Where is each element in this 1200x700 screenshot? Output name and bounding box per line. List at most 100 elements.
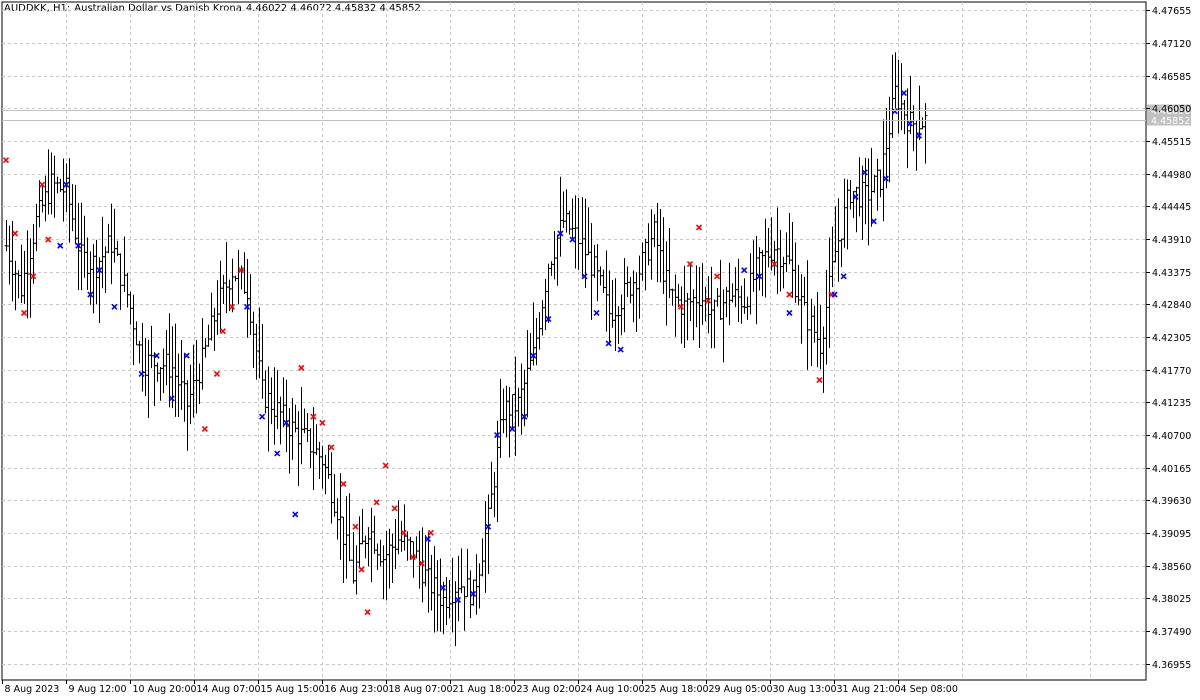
- y-tick-label: 4.38025: [1152, 594, 1191, 605]
- ohlc-bar: [860, 165, 865, 240]
- ohlc-bar: [357, 516, 362, 569]
- ohlc-bar: [664, 241, 669, 326]
- ohlc-bar: [715, 288, 720, 307]
- ohlc-bar: [375, 543, 380, 570]
- ohlc-bar: [206, 324, 211, 347]
- ohlc-bar: [700, 263, 705, 325]
- ohlc-bar: [314, 424, 319, 456]
- sell-marker: [228, 303, 236, 310]
- ohlc-bar: [589, 223, 594, 320]
- ohlc-bar: [528, 333, 533, 371]
- ohlc-bar: [564, 189, 569, 233]
- ohlc-bar: [103, 246, 108, 294]
- y-tick-label: 4.47120: [1152, 39, 1191, 50]
- ohlc-bar: [22, 251, 27, 304]
- ohlc-bar: [802, 276, 807, 306]
- buy-marker: [840, 273, 847, 280]
- ohlc-bar: [760, 249, 765, 297]
- buy-marker: [424, 535, 431, 542]
- x-tick-label: 18 Aug 07:00: [389, 684, 453, 695]
- buy-marker: [138, 370, 145, 378]
- ohlc-bar: [893, 52, 898, 109]
- ohlc-bar: [341, 516, 346, 583]
- ohlc-bar: [450, 557, 455, 633]
- y-tick-label: 4.46585: [1152, 72, 1191, 83]
- ohlc-bar: [923, 103, 928, 164]
- ohlc-bar: [164, 330, 169, 386]
- ohlc-bar: [730, 283, 735, 303]
- ohlc-bar: [453, 581, 458, 647]
- ohlc-bar: [323, 454, 328, 495]
- ohlc-bar: [878, 169, 883, 198]
- price-chart[interactable]: 4.460164.45852 4.47655 4.47120 4.46585 4.46…: [0, 0, 1200, 700]
- ohlc-bar: [122, 236, 127, 292]
- ohlc-bar: [118, 253, 123, 310]
- ohlc-bar: [372, 515, 377, 554]
- ohlc-bar: [106, 223, 111, 254]
- ohlc-bar: [640, 242, 645, 281]
- ohlc-bar: [667, 227, 672, 299]
- ohlc-bar: [805, 260, 810, 370]
- ohlc-bar: [673, 274, 678, 337]
- sell-marker: [786, 291, 793, 298]
- buy-marker: [741, 267, 748, 274]
- sell-marker: [391, 505, 398, 512]
- ohlc-bar: [537, 312, 542, 350]
- ohlc-bar: [46, 149, 51, 215]
- x-tick-label: 30 Aug 13:00: [773, 684, 837, 695]
- ohlc-bar: [402, 504, 407, 551]
- ohlc-bar: [914, 120, 919, 171]
- ohlc-bar: [592, 244, 597, 278]
- ohlc-bar: [558, 176, 563, 257]
- x-tick-label: 9 Aug 12:00: [69, 684, 127, 695]
- ohlc-bar: [438, 558, 443, 632]
- sell-marker: [201, 425, 208, 433]
- sell-marker: [219, 328, 227, 335]
- ohlc-bar: [483, 501, 488, 593]
- ohlc-bar: [134, 321, 139, 346]
- ohlc-bar: [155, 362, 160, 382]
- ohlc-bar: [212, 307, 217, 351]
- ohlc-bar: [824, 269, 829, 365]
- ohlc-bar: [634, 272, 639, 332]
- ohlc-bar: [429, 555, 434, 611]
- ohlc-bar: [354, 545, 359, 595]
- ohlc-bar: [417, 530, 422, 589]
- ohlc-bar: [676, 283, 681, 308]
- x-tick-label: 23 Aug 02:00: [517, 684, 581, 695]
- ohlc-bar: [49, 152, 54, 215]
- ohlc-bar: [140, 323, 145, 392]
- ohlc-bar: [82, 215, 87, 278]
- ohlc-bar: [745, 296, 750, 320]
- ohlc-bar: [905, 88, 910, 169]
- x-tick-label: 8 Aug 2023: [5, 684, 60, 695]
- ohlc-bar: [19, 244, 24, 303]
- y-tick-label: 4.44980: [1152, 170, 1191, 181]
- ohlc-bar: [830, 226, 835, 288]
- ohlc-bar: [815, 291, 820, 368]
- buy-marker: [593, 309, 600, 316]
- x-tick-label: 15 Aug 15:00: [261, 684, 325, 695]
- ohlc-bar: [784, 232, 789, 273]
- ohlc-bar: [179, 340, 184, 410]
- ohlc-bar: [444, 577, 449, 625]
- ohlc-bar: [787, 213, 792, 265]
- ohlc-bar: [143, 337, 148, 396]
- ohlc-bar: [718, 259, 723, 321]
- y-tick-label: 4.39630: [1152, 496, 1191, 507]
- ohlc-bar: [64, 163, 69, 213]
- x-tick-label: 24 Aug 10:00: [581, 684, 645, 695]
- ohlc-bar: [733, 267, 738, 308]
- ohlc-bar: [399, 520, 404, 552]
- ohlc-bar: [766, 227, 771, 268]
- y-tick-label: 4.41235: [1152, 398, 1191, 409]
- ohlc-bar: [366, 527, 371, 567]
- ohlc-bar: [754, 236, 759, 325]
- y-tick-label: 4.36955: [1152, 660, 1191, 671]
- ohlc-bar: [751, 240, 756, 292]
- y-tick-label: 4.41770: [1152, 366, 1191, 377]
- ohlc-bar: [149, 325, 154, 369]
- buy-marker: [915, 132, 923, 139]
- ohlc-bar: [796, 264, 801, 306]
- ohlc-bar: [73, 184, 78, 245]
